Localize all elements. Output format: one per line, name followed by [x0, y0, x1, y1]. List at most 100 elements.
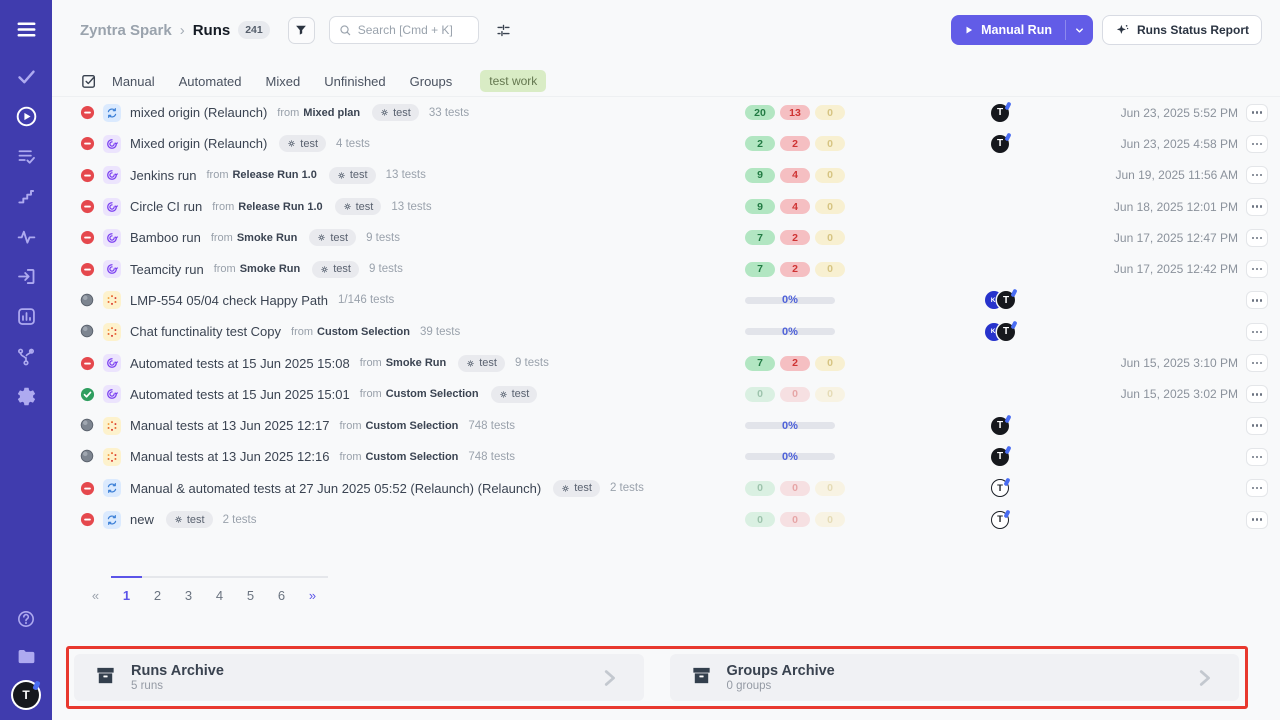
test-tag-pill[interactable]: test	[279, 135, 326, 152]
pagination-page-5[interactable]: 5	[235, 576, 266, 603]
row-menu-button[interactable]	[1246, 135, 1268, 153]
run-name[interactable]: Chat functinality test Copy	[130, 324, 281, 339]
manual-run-dropdown[interactable]	[1066, 15, 1093, 45]
run-source: Mixed plan	[303, 107, 360, 119]
test-plans-icon[interactable]	[14, 144, 39, 169]
row-menu-button[interactable]	[1246, 323, 1268, 341]
passed-count-pill: 0	[745, 387, 775, 402]
pagination-next[interactable]: »	[297, 576, 328, 603]
row-menu-button[interactable]	[1246, 479, 1268, 497]
run-name[interactable]: Automated tests at 15 Jun 2025 15:01	[130, 387, 350, 402]
shared-steps-enter-icon[interactable]	[14, 264, 39, 289]
row-menu-button[interactable]	[1246, 354, 1268, 372]
run-name[interactable]: Bamboo run	[130, 230, 201, 245]
row-menu-button[interactable]	[1246, 104, 1268, 122]
run-row[interactable]: Jenkins runfromRelease Run 1.0test13 tes…	[52, 160, 1280, 191]
row-menu-button[interactable]	[1246, 448, 1268, 466]
row-menu-button[interactable]	[1246, 385, 1268, 403]
test-tag-pill[interactable]: test	[329, 167, 376, 184]
run-name[interactable]: Automated tests at 15 Jun 2025 15:08	[130, 356, 350, 371]
test-tag-pill[interactable]: test	[166, 511, 213, 528]
help-icon[interactable]	[14, 606, 39, 631]
run-name[interactable]: Manual tests at 13 Jun 2025 12:17	[130, 418, 329, 433]
manual-run-button[interactable]: Manual Run	[951, 15, 1093, 45]
user-avatar[interactable]: T	[13, 682, 39, 708]
row-menu-button[interactable]	[1246, 166, 1268, 184]
pagination-prev[interactable]: «	[80, 576, 111, 603]
select-all-icon[interactable]	[80, 72, 98, 90]
tab-manual[interactable]: Manual	[112, 74, 155, 89]
runs-status-report-button[interactable]: Runs Status Report	[1102, 15, 1262, 45]
run-row[interactable]: Circle CI runfromRelease Run 1.0test13 t…	[52, 191, 1280, 222]
run-row[interactable]: Mixed origin (Relaunch)test4 tests220TJu…	[52, 128, 1280, 159]
run-name[interactable]: Circle CI run	[130, 199, 202, 214]
tag-filter-pill[interactable]: test work	[480, 70, 546, 92]
runs-play-icon[interactable]	[14, 104, 39, 129]
search-box[interactable]	[329, 16, 479, 44]
row-menu-button[interactable]	[1246, 260, 1268, 278]
breadcrumb-project[interactable]: Zyntra Spark	[80, 22, 172, 39]
milestones-steps-icon[interactable]	[14, 184, 39, 209]
test-tag-pill[interactable]: test	[309, 229, 356, 246]
run-name[interactable]: Teamcity run	[130, 262, 204, 277]
assignee-avatars: KIT	[970, 291, 1030, 309]
workflows-branch-icon[interactable]	[14, 344, 39, 369]
search-input[interactable]	[358, 23, 468, 37]
skipped-count-pill: 0	[815, 230, 845, 245]
test-tag-pill[interactable]: test	[458, 355, 505, 372]
view-settings-icon[interactable]	[491, 17, 517, 43]
test-tag-pill[interactable]: test	[553, 480, 600, 497]
run-name[interactable]: mixed origin (Relaunch)	[130, 105, 267, 120]
row-menu-button[interactable]	[1246, 511, 1268, 529]
projects-folder-icon[interactable]	[14, 644, 39, 669]
runs-archive-card[interactable]: Runs Archive5 runs	[74, 654, 644, 701]
run-row[interactable]: Automated tests at 15 Jun 2025 15:08from…	[52, 347, 1280, 378]
activity-pulse-icon[interactable]	[14, 224, 39, 249]
tab-automated[interactable]: Automated	[179, 74, 242, 89]
test-tag-pill[interactable]: test	[491, 386, 538, 403]
row-menu-button[interactable]	[1246, 417, 1268, 435]
menu-icon[interactable]	[13, 16, 39, 42]
pagination-page-1[interactable]: 1	[111, 576, 142, 603]
pagination-page-3[interactable]: 3	[173, 576, 204, 603]
run-row[interactable]: Manual tests at 13 Jun 2025 12:17fromCus…	[52, 410, 1280, 441]
run-name[interactable]: Mixed origin (Relaunch)	[130, 136, 267, 151]
tab-unfinished[interactable]: Unfinished	[324, 74, 385, 89]
status-aborted-icon	[80, 199, 95, 214]
run-name[interactable]: new	[130, 512, 154, 527]
run-row[interactable]: Chat functinality test CopyfromCustom Se…	[52, 316, 1280, 347]
run-name[interactable]: Manual tests at 13 Jun 2025 12:16	[130, 449, 329, 464]
row-menu-button[interactable]	[1246, 198, 1268, 216]
analytics-chart-icon[interactable]	[14, 304, 39, 329]
run-name[interactable]: Jenkins run	[130, 168, 196, 183]
tab-groups[interactable]: Groups	[410, 74, 453, 89]
assignee-avatars: T	[970, 417, 1030, 435]
settings-gear-icon[interactable]	[14, 384, 39, 409]
run-name[interactable]: Manual & automated tests at 27 Jun 2025 …	[130, 481, 541, 496]
pagination-page-6[interactable]: 6	[266, 576, 297, 603]
filter-button[interactable]	[288, 17, 315, 44]
run-row[interactable]: newtest2 tests000T	[52, 504, 1280, 535]
row-menu-button[interactable]	[1246, 229, 1268, 247]
test-tag-pill[interactable]: test	[372, 104, 419, 121]
run-row[interactable]: mixed origin (Relaunch)fromMixed plantes…	[52, 97, 1280, 128]
pagination-page-4[interactable]: 4	[204, 576, 235, 603]
archive-box-icon	[690, 664, 713, 692]
run-row[interactable]: Manual & automated tests at 27 Jun 2025 …	[52, 473, 1280, 504]
test-tag-pill[interactable]: test	[312, 261, 359, 278]
pagination-page-2[interactable]: 2	[142, 576, 173, 603]
row-menu-button[interactable]	[1246, 291, 1268, 309]
tests-count: 2 tests	[610, 482, 644, 494]
tab-mixed[interactable]: Mixed	[266, 74, 301, 89]
run-row[interactable]: Manual tests at 13 Jun 2025 12:16fromCus…	[52, 441, 1280, 472]
test-tag-pill[interactable]: test	[335, 198, 382, 215]
tests-check-icon[interactable]	[14, 64, 39, 89]
tests-count: 4 tests	[336, 138, 370, 150]
groups-archive-card[interactable]: Groups Archive0 groups	[670, 654, 1240, 701]
run-row[interactable]: LMP-554 05/04 check Happy Path1/146 test…	[52, 285, 1280, 316]
run-name[interactable]: LMP-554 05/04 check Happy Path	[130, 293, 328, 308]
run-row[interactable]: Automated tests at 15 Jun 2025 15:01from…	[52, 379, 1280, 410]
run-row[interactable]: Teamcity runfromSmoke Runtest9 tests720J…	[52, 253, 1280, 284]
run-row[interactable]: Bamboo runfromSmoke Runtest9 tests720Jun…	[52, 222, 1280, 253]
skipped-count-pill: 0	[815, 262, 845, 277]
